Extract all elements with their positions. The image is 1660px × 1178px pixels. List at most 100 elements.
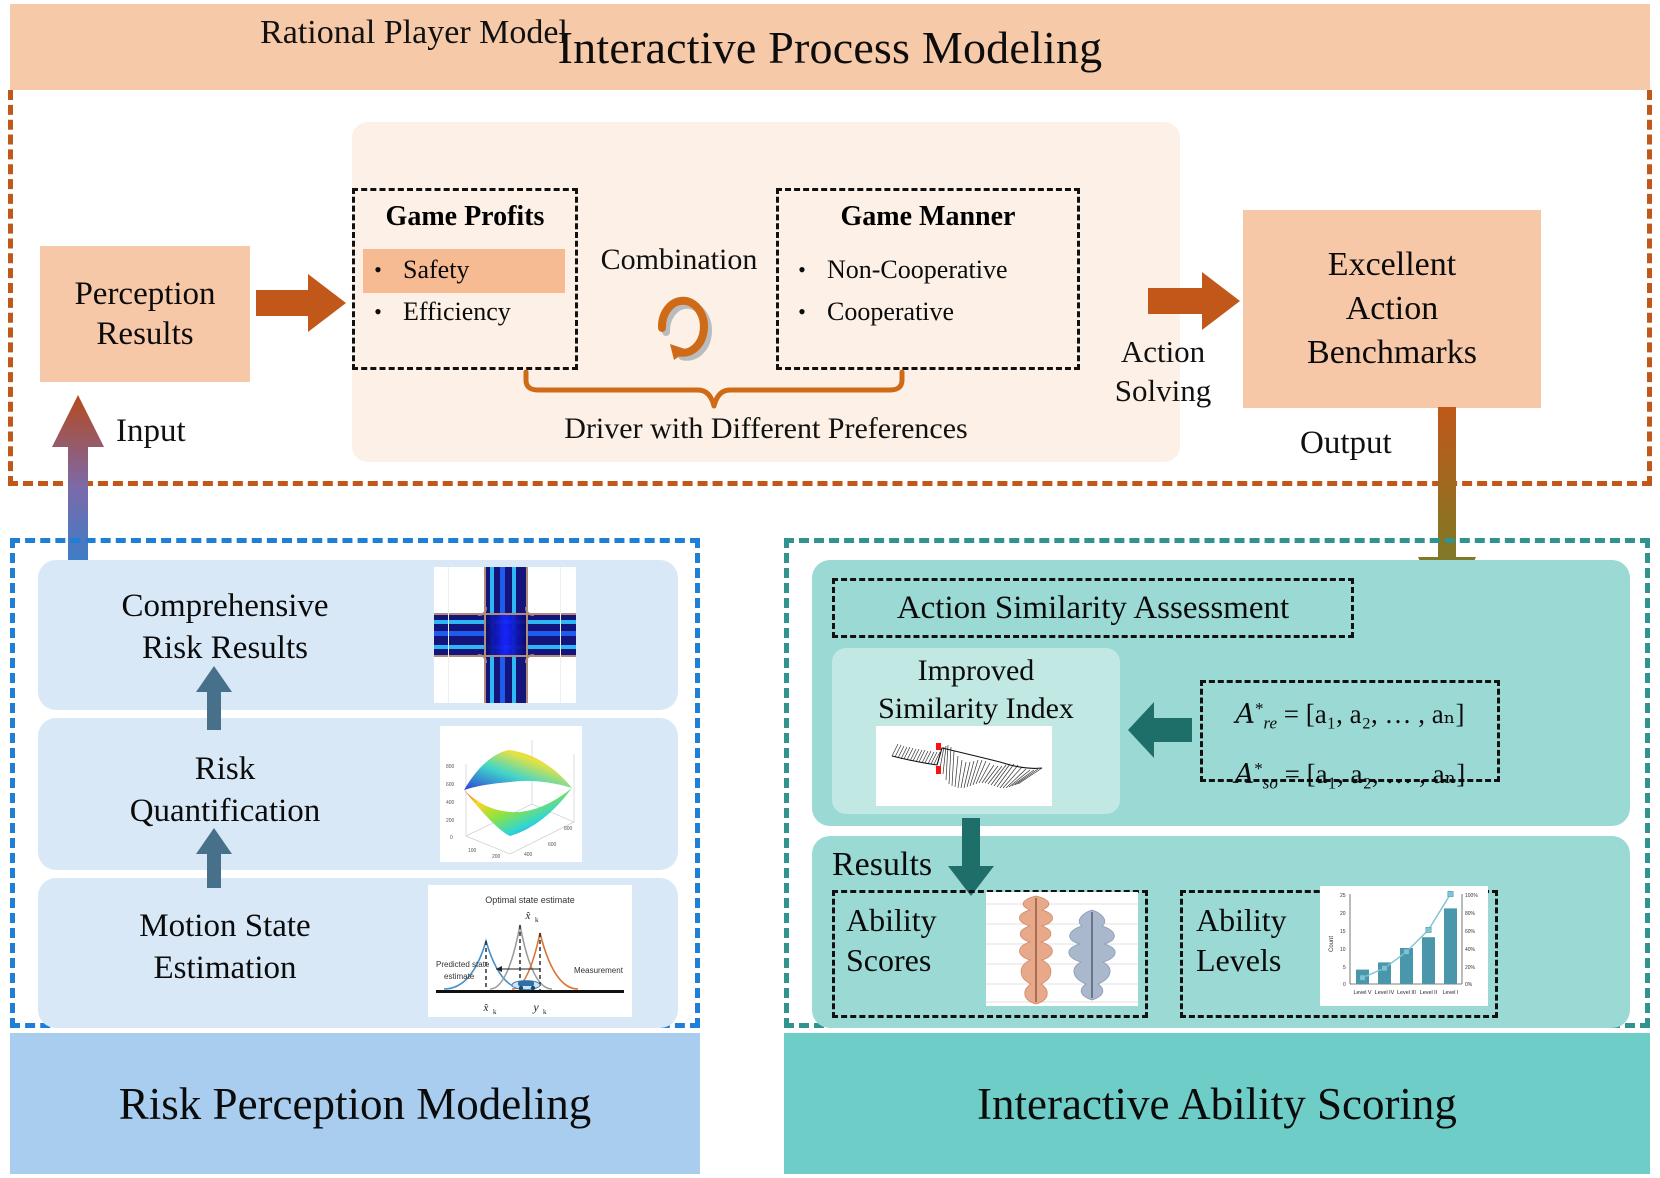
interactive-ability-scoring-title: Interactive Ability Scoring xyxy=(977,1078,1457,1129)
arrow-down-icon-assessment-to-results xyxy=(948,818,994,896)
input-label: Input xyxy=(116,413,186,449)
ability-levels-label: Ability Levels xyxy=(1196,900,1326,980)
svg-text:200: 200 xyxy=(492,854,501,860)
game-manner-item-non-cooperative: Non-Cooperative xyxy=(827,255,1008,284)
violin-plot-thumbnail xyxy=(986,892,1138,1006)
bullet-icon: • xyxy=(374,299,382,324)
rational-player-model-title: Rational Player Model xyxy=(260,14,568,51)
svg-text:60%: 60% xyxy=(1465,929,1476,935)
formula-row: A*re = [a₁, a₂, … , aₙ] xyxy=(1200,686,1500,746)
svg-text:x̂: x̂ xyxy=(525,910,531,922)
svg-text:400: 400 xyxy=(524,852,533,858)
svg-text:100%: 100% xyxy=(1465,893,1478,899)
svg-text:40%: 40% xyxy=(1465,947,1476,953)
game-manner-item-cooperative: Cooperative xyxy=(827,297,955,326)
step-3-line-2: Estimation xyxy=(153,950,297,986)
game-profits-heading: Game Profits xyxy=(385,201,545,232)
formula-sub-so: so xyxy=(1262,773,1278,793)
combination-label: Combination xyxy=(600,243,758,276)
svg-text:estimate: estimate xyxy=(444,972,475,981)
ability-scores-label: Ability Scores xyxy=(846,900,976,980)
pareto-chart-thumbnail: 25 20 15 10 5 0 100% 80% 60% 40% 20% 0% Count xyxy=(1320,886,1488,1006)
list-item: • Efficiency xyxy=(367,291,511,333)
dtw-warping-plot-thumbnail xyxy=(876,726,1052,806)
formula-symbol-re: A xyxy=(1235,698,1256,730)
game-manner-box: Game Manner • Non-Cooperative • Cooperat… xyxy=(776,188,1080,370)
output-label: Output xyxy=(1300,425,1392,461)
svg-text:y: y xyxy=(532,1000,539,1014)
risk-perception-modeling-title: Risk Perception Modeling xyxy=(118,1078,592,1129)
step-1-line-2: Risk Results xyxy=(142,630,308,666)
svg-text:200: 200 xyxy=(446,818,455,824)
benchmarks-line-2: Action xyxy=(1345,290,1439,327)
game-profits-list: • Safety • Efficiency xyxy=(367,249,511,333)
formula-symbol-so: A xyxy=(1234,759,1255,791)
svg-text:5: 5 xyxy=(1343,965,1346,971)
svg-text:0: 0 xyxy=(450,835,453,841)
list-item: • Non-Cooperative xyxy=(791,249,1008,291)
svg-text:600: 600 xyxy=(548,842,557,848)
preferences-brace-icon xyxy=(520,368,908,410)
svg-text:k: k xyxy=(493,1008,497,1016)
svg-text:800: 800 xyxy=(564,826,573,832)
step-1-line-1: Comprehensive xyxy=(121,588,329,624)
risk-perception-modeling-banner: Risk Perception Modeling xyxy=(10,1033,700,1174)
game-manner-heading: Game Manner xyxy=(840,201,1016,232)
arrow-up-icon-quantification-to-results xyxy=(196,666,232,730)
bullet-icon: • xyxy=(798,257,806,282)
perception-results-box: Perception Results xyxy=(40,246,250,382)
benchmarks-line-3: Benchmarks xyxy=(1307,334,1477,371)
arrow-right-icon-perception-to-model xyxy=(256,272,346,334)
arrow-up-icon-estimation-to-quantification xyxy=(196,828,232,888)
action-solving-line-2: Solving xyxy=(1114,373,1212,408)
list-item: • Cooperative xyxy=(791,291,1008,333)
action-solving-label: Action Solving xyxy=(1088,332,1238,410)
circular-arrow-icon xyxy=(648,288,718,362)
bullet-icon: • xyxy=(374,257,382,282)
improved-similarity-index-label: Improved Similarity Index xyxy=(832,652,1120,728)
driver-preferences-caption: Driver with Different Preferences xyxy=(564,412,968,445)
3d-risk-surface-plot-thumbnail: 800 600 400 200 0 100 200 400 600 800 xyxy=(440,726,582,862)
ability-levels-line-1: Ability xyxy=(1196,902,1287,938)
ability-levels-line-2: Levels xyxy=(1196,942,1282,978)
svg-text:400: 400 xyxy=(446,800,455,806)
svg-text:10: 10 xyxy=(1340,947,1346,953)
similarity-index-line-1: Improved xyxy=(917,654,1035,687)
intersection-risk-heatmap-thumbnail xyxy=(434,567,576,703)
svg-text:20: 20 xyxy=(1340,911,1346,917)
formula-row: A*so = [a₁, a₂, … , aₙ] xyxy=(1200,746,1500,806)
ability-scores-line-2: Scores xyxy=(846,942,932,978)
benchmarks-line-1: Excellent xyxy=(1327,246,1457,283)
excellent-action-benchmarks-label: Excellent Action Benchmarks xyxy=(1307,243,1477,375)
svg-text:Level V: Level V xyxy=(1354,990,1372,996)
results-label: Results xyxy=(832,846,933,883)
perception-results-line-1: Perception xyxy=(74,276,216,312)
similarity-index-line-2: Similarity Index xyxy=(878,692,1074,725)
formula-sub-re: re xyxy=(1263,713,1278,733)
excellent-action-benchmarks-box: Excellent Action Benchmarks xyxy=(1243,210,1541,408)
formula-sup-re: * xyxy=(1255,699,1264,718)
svg-text:Level I: Level I xyxy=(1443,990,1459,996)
step-3-line-1: Motion State xyxy=(139,908,311,944)
step-2-line-2: Quantification xyxy=(129,793,321,829)
perception-results-label: Perception Results xyxy=(74,274,215,354)
svg-text:k: k xyxy=(543,1008,547,1016)
interactive-ability-scoring-banner: Interactive Ability Scoring xyxy=(784,1033,1650,1174)
svg-text:80%: 80% xyxy=(1465,911,1476,917)
action-vectors-formulas: A*re = [a₁, a₂, … , aₙ] A*so = [a₁, a₂, … xyxy=(1200,686,1500,807)
list-item: • Safety xyxy=(367,249,511,291)
kalman-filter-diagram-thumbnail: Optimal state estimate x̂ k Predicted st… xyxy=(428,885,632,1017)
game-profits-item-efficiency: Efficiency xyxy=(403,297,511,326)
game-manner-list: • Non-Cooperative • Cooperative xyxy=(791,249,1008,333)
svg-text:100: 100 xyxy=(468,848,477,854)
svg-text:k: k xyxy=(535,916,539,924)
step-2-line-1: Risk xyxy=(194,751,256,787)
svg-text:600: 600 xyxy=(446,782,455,788)
svg-text:0: 0 xyxy=(1343,982,1346,988)
svg-text:800: 800 xyxy=(446,764,455,770)
formula-rhs-so: = [a₁, a₂, … , aₙ] xyxy=(1277,759,1466,790)
svg-text:Optimal state estimate: Optimal state estimate xyxy=(485,895,575,905)
arrow-left-icon-formulas-to-index xyxy=(1128,700,1192,760)
svg-text:15: 15 xyxy=(1340,929,1346,935)
diagram-root: Interactive Process Modeling Rational Pl… xyxy=(0,0,1660,1178)
